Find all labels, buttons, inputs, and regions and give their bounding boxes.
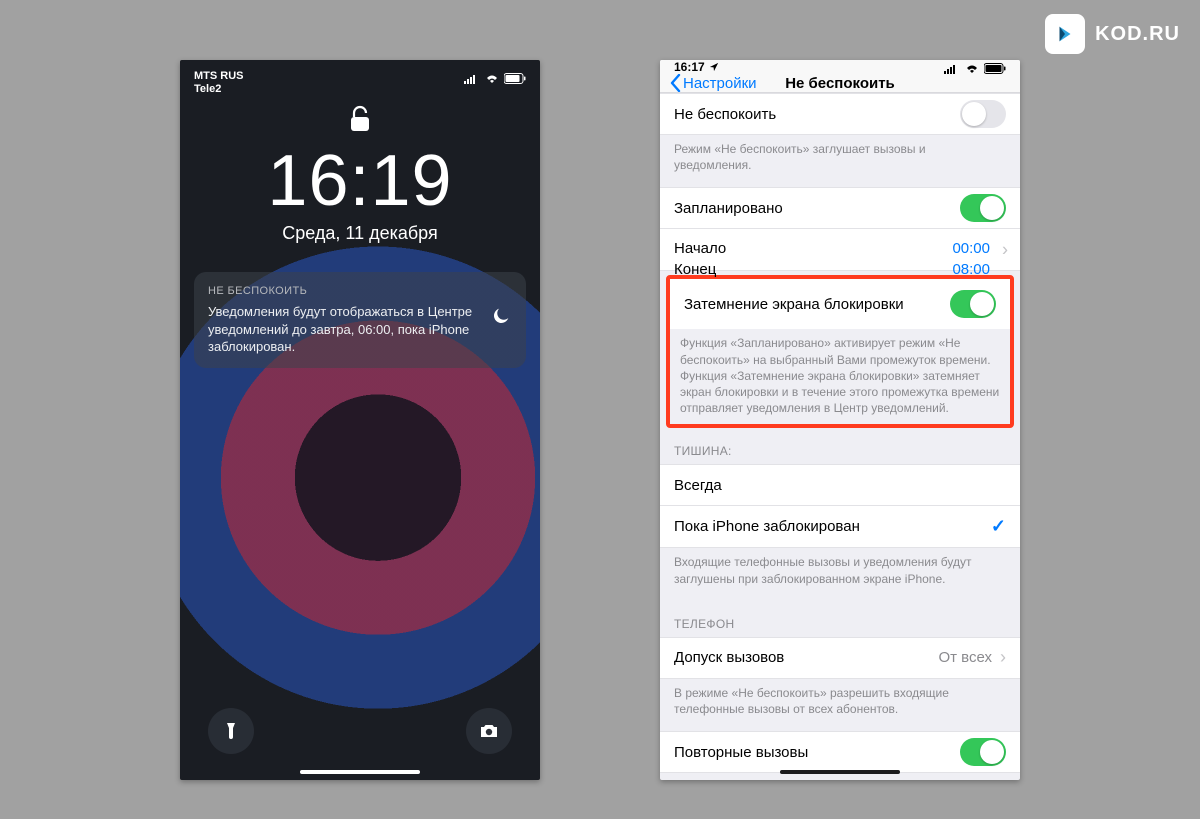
dnd-notification[interactable]: НЕ БЕСПОКОИТЬ Уведомления будут отобража…: [194, 272, 526, 367]
dnd-row[interactable]: Не беспокоить: [660, 93, 1020, 135]
signal-icon: [464, 74, 480, 84]
notification-title: НЕ БЕСПОКОИТЬ: [208, 284, 478, 299]
kodru-logo-icon: [1045, 14, 1085, 54]
end-value: 08:00: [952, 261, 990, 278]
home-indicator[interactable]: [780, 770, 900, 774]
repeat-calls-row[interactable]: Повторные вызовы: [660, 731, 1020, 773]
lock-time: 16:19: [180, 145, 540, 217]
lock-screen: MTS RUS Tele2 16:19 Среда, 11 декабря НЕ…: [180, 60, 540, 780]
repeat-footer: Второй вызов одного и того же абонента в…: [660, 773, 1020, 780]
always-label: Всегда: [674, 477, 722, 494]
dnd-footer: Режим «Не беспокоить» заглушает вызовы и…: [660, 135, 1020, 187]
back-button[interactable]: Настройки: [670, 74, 757, 92]
status-bar: MTS RUS Tele2: [180, 60, 540, 96]
dim-lock-row[interactable]: Затемнение экрана блокировки: [670, 279, 1010, 329]
dim-switch[interactable]: [950, 290, 996, 318]
start-label: Начало: [674, 240, 726, 257]
while-locked-label: Пока iPhone заблокирован: [674, 518, 860, 535]
status-bar: 16:17: [660, 60, 1020, 74]
location-icon: [709, 62, 719, 72]
silence-header: ТИШИНА:: [660, 428, 1020, 464]
allow-calls-value: От всех: [938, 649, 992, 666]
dim-highlight-box: Затемнение экрана блокировки Функция «За…: [666, 275, 1014, 428]
phone-header: ТЕЛЕФОН: [660, 601, 1020, 637]
home-indicator[interactable]: [300, 770, 420, 774]
repeat-label: Повторные вызовы: [674, 744, 808, 761]
allow-calls-footer: В режиме «Не беспокоить» разрешить входя…: [660, 679, 1020, 731]
always-row[interactable]: Всегда: [660, 464, 1020, 506]
while-locked-row[interactable]: Пока iPhone заблокирован ✓: [660, 506, 1020, 548]
end-label: Конец: [674, 261, 716, 278]
camera-button[interactable]: [466, 708, 512, 754]
settings-screen: 16:17 Настройки Не беспокоить Не беспоко…: [660, 60, 1020, 780]
scheduled-label: Запланировано: [674, 200, 783, 217]
status-time: 16:17: [674, 60, 705, 74]
dim-label: Затемнение экрана блокировки: [684, 296, 904, 313]
chevron-left-icon: [670, 74, 681, 92]
checkmark-icon: ✓: [991, 516, 1006, 537]
scheduled-switch[interactable]: [960, 194, 1006, 222]
chevron-right-icon: ›: [1002, 239, 1008, 260]
wifi-icon: [965, 64, 979, 74]
silence-footer: Входящие телефонные вызовы и уведомления…: [660, 548, 1020, 600]
scheduled-row[interactable]: Запланировано: [660, 187, 1020, 229]
moon-icon: [490, 305, 512, 335]
status-icons: [464, 73, 526, 84]
wifi-icon: [485, 74, 499, 84]
allow-calls-row[interactable]: Допуск вызовов От всех ›: [660, 637, 1020, 679]
carrier-2: Tele2: [194, 83, 244, 96]
nav-bar: Настройки Не беспокоить: [660, 74, 1020, 93]
carrier-1: MTS RUS: [194, 70, 244, 83]
notification-body: Уведомления будут отображаться в Центре …: [208, 303, 478, 356]
dnd-label: Не беспокоить: [674, 106, 776, 123]
repeat-switch[interactable]: [960, 738, 1006, 766]
start-value: 00:00: [952, 240, 990, 257]
flashlight-button[interactable]: [208, 708, 254, 754]
battery-icon: [504, 73, 526, 84]
dnd-switch[interactable]: [960, 100, 1006, 128]
scheduled-footer: Функция «Запланировано» активирует режим…: [670, 329, 1010, 424]
allow-calls-label: Допуск вызовов: [674, 649, 784, 666]
kodru-text: KOD.RU: [1095, 23, 1180, 46]
schedule-time-row[interactable]: Начало 00:00 Конец 08:00 ›: [660, 229, 1020, 271]
signal-icon: [944, 64, 960, 74]
lock-date: Среда, 11 декабря: [180, 223, 540, 244]
battery-icon: [984, 63, 1006, 74]
unlock-icon: [180, 104, 540, 139]
chevron-right-icon: ›: [1000, 647, 1006, 668]
kodru-watermark: KOD.RU: [1045, 14, 1180, 54]
